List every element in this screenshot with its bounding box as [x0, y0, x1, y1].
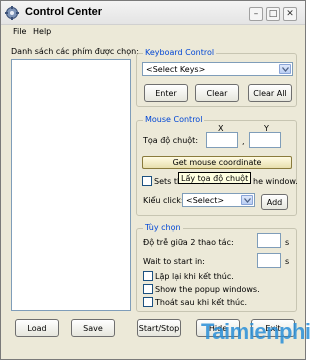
wait-unit: s [285, 257, 290, 266]
coord-separator: , [242, 137, 245, 146]
wait-input[interactable] [257, 253, 281, 268]
mouse-control-title: Mouse Control [143, 115, 205, 124]
coordinate-tooltip: Lấy tọa độ chuột [178, 172, 252, 184]
get-coordinate-button[interactable]: Get mouse coordinate [142, 156, 292, 169]
exit-after-checkbox[interactable] [143, 297, 153, 307]
click-type-label: Kiểu click: [143, 196, 184, 205]
start-stop-button[interactable]: Start/Stop [137, 319, 181, 337]
close-icon: ✕ [286, 8, 294, 19]
delay-input[interactable] [257, 233, 281, 248]
coord-label: Tọa độ chuột: [143, 136, 199, 145]
menu-help[interactable]: Help [33, 27, 51, 36]
load-button[interactable]: Load [15, 319, 59, 337]
repeat-checkbox[interactable] [143, 271, 153, 281]
chevron-down-icon[interactable] [241, 195, 253, 205]
sets-window-checkbox[interactable] [142, 176, 152, 186]
select-keys-dropdown[interactable]: <Select Keys> [142, 62, 293, 76]
repeat-label: Lặp lại khi kết thúc. [155, 272, 234, 281]
click-type-value: <Select> [186, 196, 225, 205]
minimize-button[interactable]: – [249, 7, 263, 21]
x-coordinate-input[interactable] [206, 132, 238, 148]
keys-list-label: Danh sách các phím được chọn: [11, 47, 139, 56]
watermark-logo: Taimienphi [201, 319, 311, 344]
clear-button[interactable]: Clear [195, 84, 239, 102]
y-coordinate-input[interactable] [249, 132, 281, 148]
window-title: Control Center [25, 6, 102, 18]
control-center-window: Control Center – □ ✕ File Help Danh sách… [0, 0, 311, 360]
keyboard-control-title: Keyboard Control [143, 48, 217, 57]
sets-window-label-right: he window. [253, 177, 298, 186]
chevron-down-icon[interactable] [279, 64, 291, 74]
menu-file[interactable]: File [13, 27, 26, 36]
delay-unit: s [285, 238, 290, 247]
selected-keys-list[interactable] [11, 59, 131, 311]
add-click-button[interactable]: Add [261, 194, 288, 210]
show-popup-label: Show the popup windows. [155, 285, 260, 294]
title-bar[interactable]: Control Center – □ ✕ [1, 1, 305, 25]
select-keys-value: <Select Keys> [146, 65, 206, 74]
delay-label: Độ trễ giữa 2 thao tác: [143, 238, 234, 247]
save-button[interactable]: Save [71, 319, 115, 337]
maximize-button[interactable]: □ [266, 7, 280, 21]
show-popup-checkbox[interactable] [143, 284, 153, 294]
options-title: Tùy chọn [143, 223, 183, 232]
wait-label: Wait to start in: [143, 257, 205, 266]
keyboard-control-group: Keyboard Control <Select Keys> Enter Cle… [136, 48, 297, 107]
minimize-icon: – [253, 8, 259, 19]
options-group: Tùy chọn Độ trễ giữa 2 thao tác: s Wait … [136, 223, 297, 312]
close-button[interactable]: ✕ [283, 7, 297, 21]
enter-button[interactable]: Enter [144, 84, 188, 102]
clear-all-button[interactable]: Clear All [248, 84, 292, 102]
mouse-control-group: Mouse Control Tọa độ chuột: X Y , Get mo… [136, 115, 298, 216]
maximize-icon: □ [268, 8, 278, 19]
menu-bar: File Help [1, 25, 305, 38]
click-type-dropdown[interactable]: <Select> [182, 193, 255, 207]
exit-after-label: Thoát sau khi kết thúc. [155, 298, 248, 307]
gear-icon [5, 6, 19, 20]
